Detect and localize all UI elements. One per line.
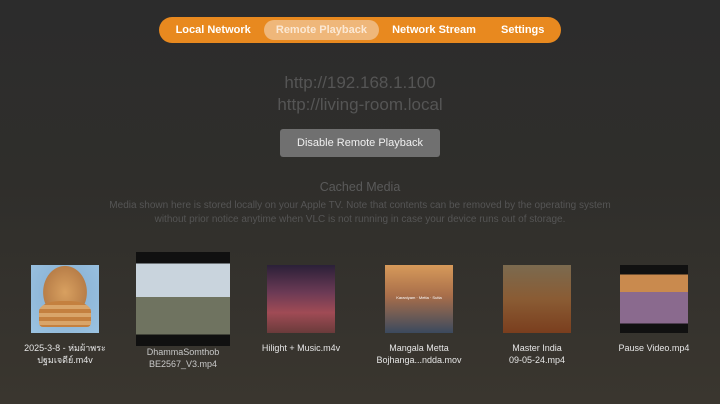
media-caption: Mangala Metta Bojhanga...ndda.mov (376, 343, 462, 365)
media-thumbnail (503, 265, 571, 333)
tab-settings[interactable]: Settings (489, 20, 556, 40)
media-item[interactable]: 2025-3-8 - ห่มผ้าพระ ปฐมเจดีย์.m4v (10, 252, 120, 366)
media-thumbnail: Karaniyam · Metta · Sutta (385, 265, 453, 333)
tab-local-network[interactable]: Local Network (164, 20, 263, 40)
tab-remote-playback[interactable]: Remote Playback (263, 20, 379, 40)
media-caption: Master India 09-05-24.mp4 (508, 343, 566, 365)
media-caption: 2025-3-8 - ห่มผ้าพระ ปฐมเจดีย์.m4v (24, 343, 106, 365)
thumbnail-caption: Karaniyam · Metta · Sutta (396, 295, 442, 300)
media-thumbnail (267, 265, 335, 333)
media-item[interactable]: DhammaSomthob BE2567_V3.mp4 (128, 252, 238, 370)
media-item[interactable]: Karaniyam · Metta · Sutta Mangala Metta … (364, 252, 474, 366)
url-hostname: http://living-room.local (277, 95, 443, 114)
tab-bar: Local Network Remote Playback Network St… (159, 17, 561, 43)
media-item[interactable]: Master India 09-05-24.mp4 (482, 252, 592, 366)
media-thumbnail (620, 265, 688, 333)
server-urls: http://192.168.1.100 http://living-room.… (0, 72, 720, 116)
media-thumbnail (31, 265, 99, 333)
media-caption: Pause Video.mp4 (618, 343, 690, 353)
media-caption: DhammaSomthob BE2567_V3.mp4 (146, 347, 220, 369)
url-ip: http://192.168.1.100 (284, 73, 436, 92)
media-item[interactable]: Hilight + Music.m4v (246, 252, 356, 354)
disable-remote-playback-button[interactable]: Disable Remote Playback (280, 129, 440, 157)
cached-media-list: 2025-3-8 - ห่มผ้าพระ ปฐมเจดีย์.m4v Dhamm… (0, 252, 720, 382)
cached-media-title: Cached Media (319, 180, 401, 194)
media-thumbnail (136, 252, 230, 346)
tab-network-stream[interactable]: Network Stream (380, 20, 488, 40)
media-item[interactable]: Pause Video.mp4 (599, 252, 709, 354)
cached-media-description: Media shown here is stored locally on yo… (109, 200, 611, 225)
media-caption: Hilight + Music.m4v (261, 343, 341, 353)
